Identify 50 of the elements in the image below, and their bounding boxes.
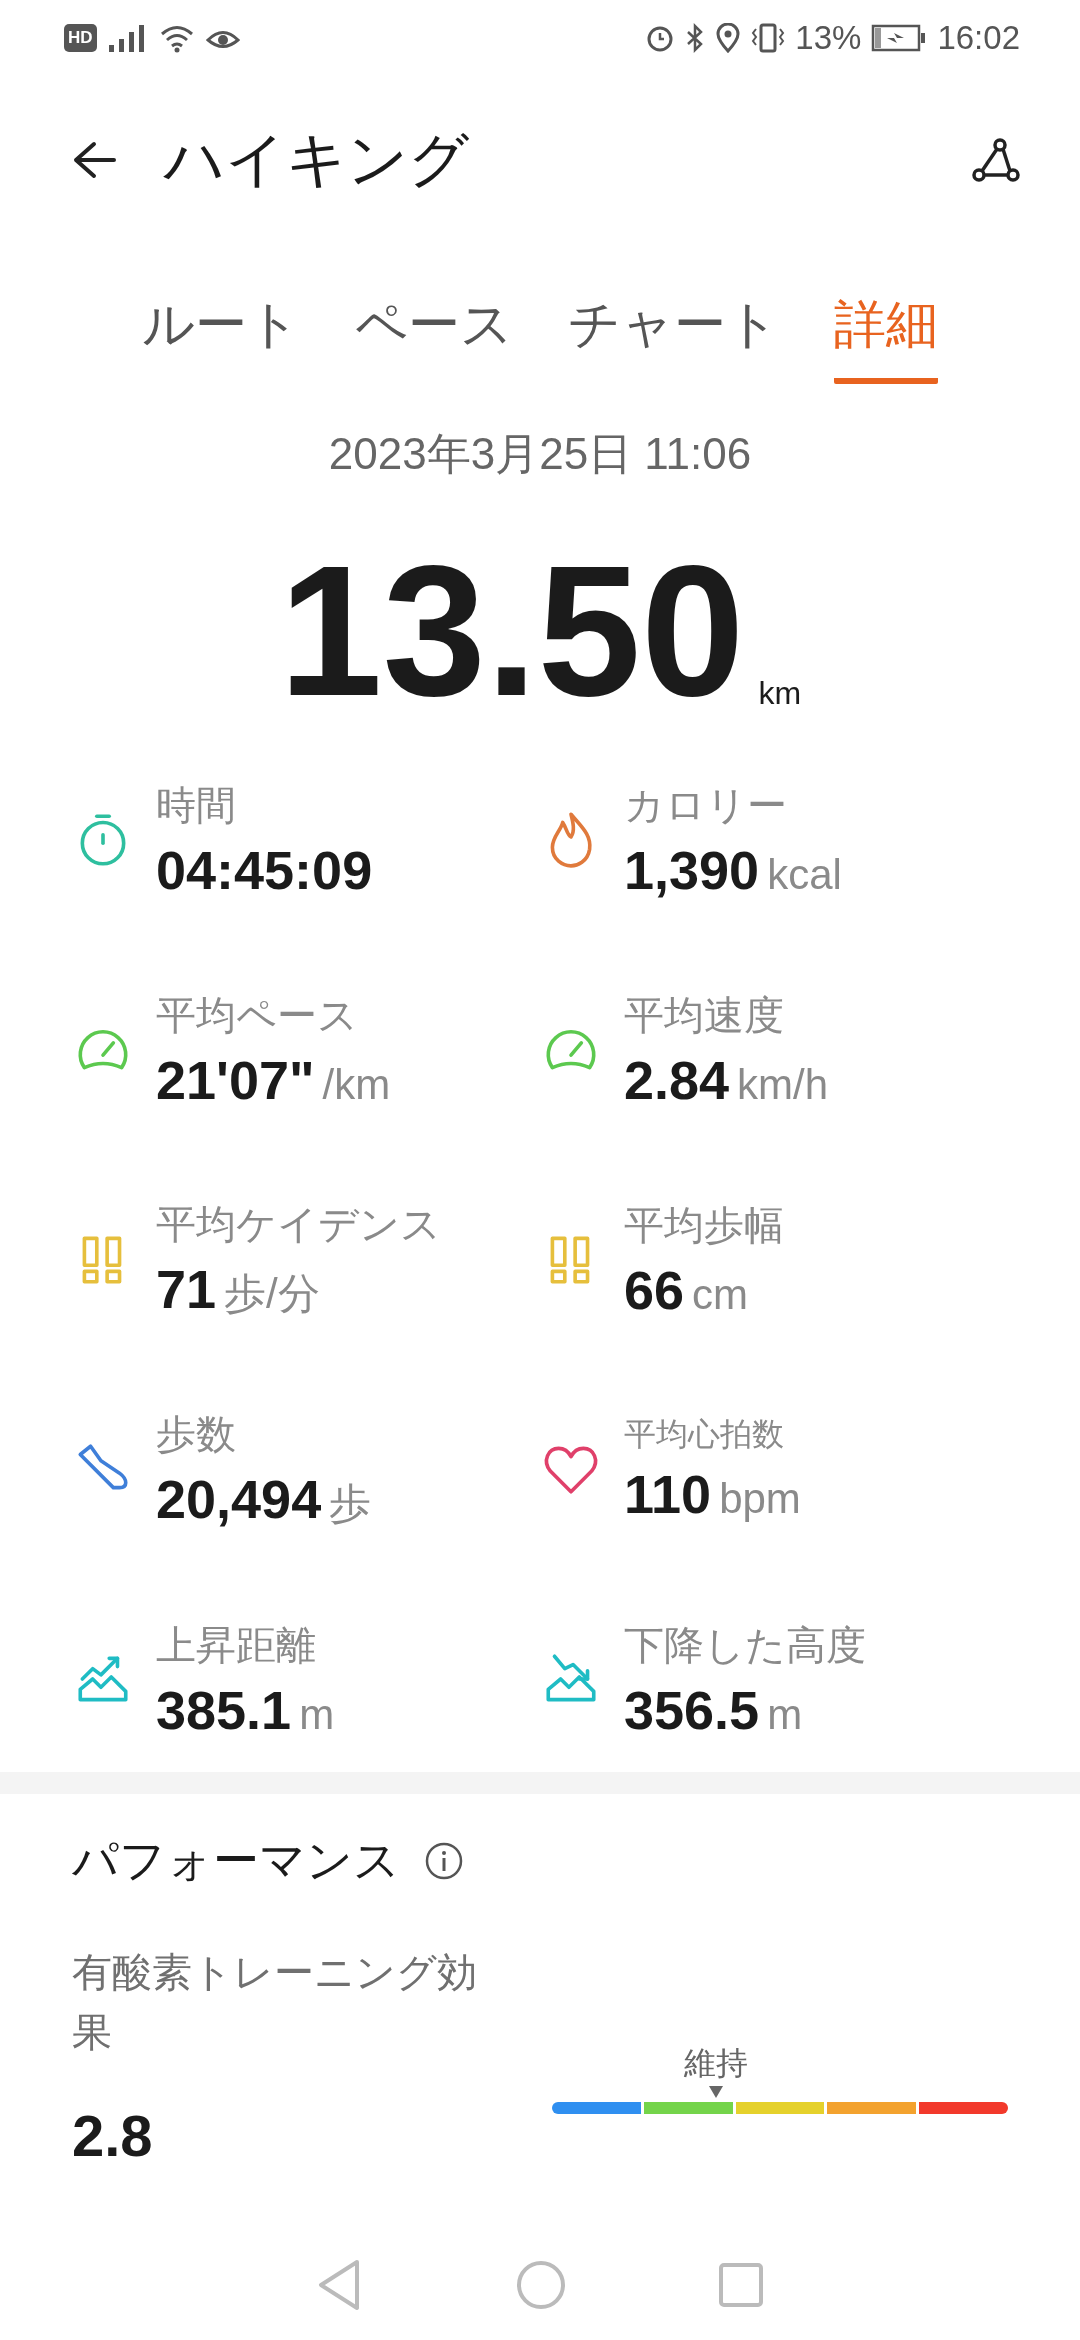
stat-value: 385.1	[156, 1678, 292, 1741]
info-icon[interactable]	[424, 1841, 464, 1881]
back-arrow-icon[interactable]	[72, 140, 116, 180]
tab[interactable]: ペース	[355, 290, 513, 384]
stat-value: 04:45:09	[156, 838, 373, 901]
stat-label: 歩数	[156, 1410, 237, 1458]
distance-value: 13.50	[278, 538, 745, 724]
stat-value: 356.5	[624, 1678, 760, 1741]
stat-label: 時間	[156, 781, 237, 829]
clock-time: 16:02	[937, 18, 1020, 57]
stat-value: 110	[624, 1463, 712, 1525]
metric-value: 2.8	[72, 2102, 154, 2169]
stat-label: 下降した高度	[624, 1621, 866, 1669]
vibrate-icon	[751, 22, 786, 53]
scale-label: 維持	[684, 2044, 749, 2083]
stat-unit: m	[299, 1690, 335, 1739]
stat-unit: bpm	[719, 1475, 801, 1523]
stat-unit: km/h	[737, 1060, 829, 1109]
stat-unit: /km	[322, 1060, 391, 1109]
stat-unit: kcal	[767, 850, 842, 899]
stat-label: 平均ペース	[156, 991, 359, 1039]
stat-label: 平均速度	[624, 991, 785, 1039]
stat-label: 平均ケイデンス	[156, 1200, 441, 1248]
stat-unit: 歩	[329, 1478, 372, 1529]
tab[interactable]: ルート	[142, 290, 300, 384]
stat-unit: m	[767, 1690, 803, 1739]
pointer-icon	[709, 2086, 724, 2098]
stat-label: 平均歩幅	[624, 1201, 784, 1249]
stat-label: カロリー	[624, 781, 788, 829]
hd-badge: HD	[64, 23, 97, 52]
stat-unit: 歩/分	[224, 1268, 320, 1319]
stat-value: 71	[156, 1257, 217, 1320]
stat-value: 2.84	[624, 1048, 730, 1111]
distance-unit: km	[758, 675, 802, 712]
stat-value: 66	[624, 1258, 685, 1321]
stat-value: 1,390	[624, 838, 760, 901]
workout-date: 2023年3月25日 11:06	[327, 428, 753, 480]
stat-value: 21'07"	[156, 1048, 315, 1111]
stat-label: 上昇距離	[156, 1621, 317, 1669]
location-icon	[715, 22, 742, 53]
section-title: パフォーマンス	[72, 1833, 400, 1888]
metric-label: 有酸素トレーニング効果	[72, 1949, 478, 2056]
page-title: ハイキング	[164, 124, 470, 195]
battery-percent: 13%	[795, 18, 862, 57]
route-icon[interactable]	[972, 138, 1020, 182]
tab[interactable]: チャート	[568, 290, 779, 384]
stat-value: 20,494	[156, 1467, 322, 1530]
stat-unit: cm	[692, 1270, 749, 1319]
battery-charging-icon	[871, 23, 928, 52]
stat-label: 平均心拍数	[624, 1415, 785, 1454]
